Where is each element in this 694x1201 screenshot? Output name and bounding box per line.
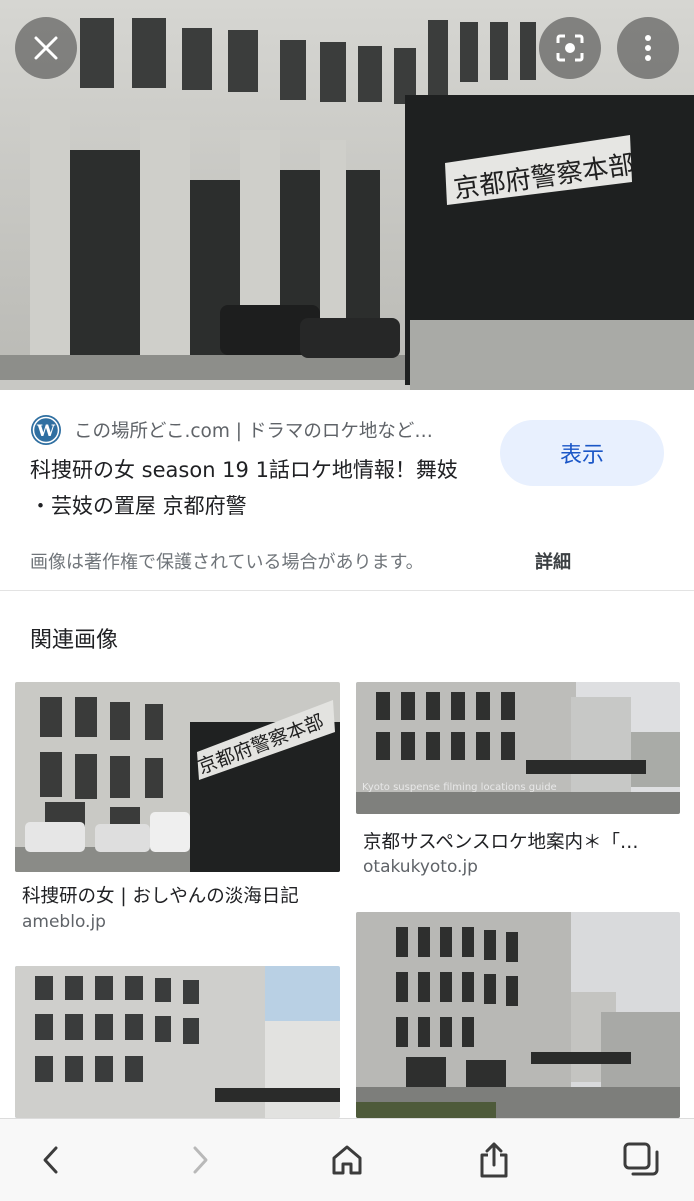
home-icon [332,1145,362,1175]
related-photo-3 [15,966,340,1118]
related-title-2[interactable]: 京都サスペンスロケ地案内＊「… [363,828,680,854]
related-image-2[interactable]: Kyoto suspense filming locations guide [356,682,680,814]
svg-text:W: W [36,421,56,440]
result-title[interactable]: 科捜研の女 season 19 1話ロケ地情報！舞妓 ・芸妓の置屋 京都府警 [30,452,460,524]
related-domain-1: ameblo.jp [22,912,106,932]
related-heading: 関連画像 [30,628,119,653]
image-overlay-text: Kyoto suspense filming locations guide [362,782,557,793]
related-title-1[interactable]: 科捜研の女 | おしやんの淡海日記 [22,882,340,908]
show-button[interactable]: 表示 [500,420,664,486]
lens-icon [556,34,584,62]
lens-button[interactable] [539,17,601,79]
more-vert-icon [645,35,651,61]
browser-toolbar [0,1118,694,1201]
related-photo-1: 京都府警察本部 [15,682,340,872]
details-link[interactable]: 詳細 [535,548,571,574]
site-name[interactable]: この場所どこ.com | ドラマのロケ地など… [74,417,433,443]
more-options-button[interactable] [617,17,679,79]
forward-icon [193,1146,208,1174]
forward-button[interactable] [177,1137,223,1183]
related-image-1[interactable]: 京都府警察本部 [15,682,340,872]
related-photo-4 [356,912,680,1118]
share-button[interactable] [471,1137,517,1183]
tabs-button[interactable] [618,1137,664,1183]
related-domain-2: otakukyoto.jp [363,857,478,877]
wordpress-icon: W [31,415,61,445]
site-row[interactable]: W この場所どこ.com | ドラマのロケ地など… [30,414,475,446]
share-icon [480,1142,508,1178]
related-image-3[interactable] [15,966,340,1118]
home-button[interactable] [324,1137,370,1183]
back-button[interactable] [28,1137,74,1183]
related-image-4[interactable] [356,912,680,1118]
close-icon [34,36,58,60]
related-photo-2 [356,682,680,814]
source-panel: W この場所どこ.com | ドラマのロケ地など… 科捜研の女 season 1… [0,390,694,591]
hero-image: 京都府警察本部 [0,0,694,390]
tabs-icon [623,1142,659,1176]
close-button[interactable] [15,17,77,79]
copyright-notice: 画像は著作権で保護されている場合があります。 [30,552,424,573]
back-icon [43,1146,58,1174]
